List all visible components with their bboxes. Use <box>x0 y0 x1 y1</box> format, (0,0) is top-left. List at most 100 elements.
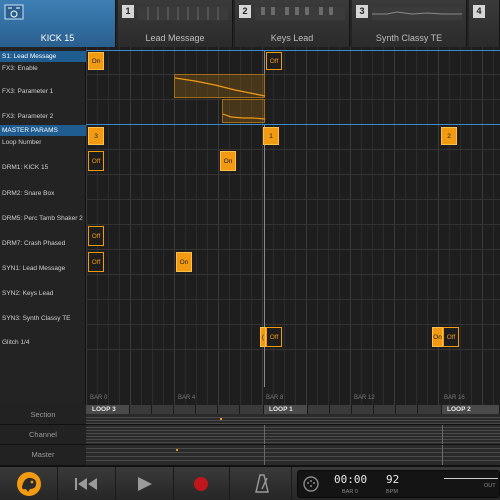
event-partial-on[interactable]: On <box>432 327 443 347</box>
row-fx3-enable[interactable]: FX3: Enable <box>0 63 86 74</box>
grid-line <box>328 47 329 405</box>
loop-segment[interactable] <box>240 405 264 414</box>
loop-segment[interactable] <box>396 405 418 414</box>
tab-track-4[interactable]: 4 <box>469 0 500 47</box>
row-fx3-parameter-1[interactable]: FX3: Parameter 1 <box>0 86 86 97</box>
app-logo-button[interactable] <box>0 467 58 500</box>
tab-lead-message[interactable]: 1 Lead Message <box>118 0 233 47</box>
event-loop-1[interactable]: 1 <box>263 127 279 145</box>
grid-line <box>350 47 351 405</box>
row-master-params[interactable]: MASTER PARAMS <box>0 125 86 136</box>
arrangement-lanes: Section Channel Master LOOP 3 LOOP 1 LOO… <box>0 405 500 466</box>
channel-lane[interactable] <box>86 425 500 445</box>
record-button[interactable] <box>174 467 230 500</box>
grid-line <box>394 47 395 405</box>
lane-label-section: Section <box>0 405 86 425</box>
row-loop-number[interactable]: Loop Number <box>0 137 86 148</box>
tab-number: 4 <box>473 5 485 18</box>
row-syn2-keys-lead[interactable]: SYN2: Keys Lead <box>0 288 86 299</box>
lane-stripe <box>86 456 500 457</box>
loop-segment[interactable] <box>418 405 442 414</box>
row-drm2-snare-box[interactable]: DRM2: Snare Box <box>0 188 86 199</box>
keyboard-icon <box>138 7 228 20</box>
loop-segment[interactable] <box>196 405 218 414</box>
bar-marker: BAR 8 <box>266 395 284 401</box>
event-off[interactable]: Off <box>88 151 104 171</box>
loop-segment[interactable] <box>174 405 196 414</box>
tempo-readout[interactable]: 92 <box>386 473 399 486</box>
row-s1-lead-message[interactable]: S1: Lead Message <box>0 51 86 62</box>
bar-marker: BAR 12 <box>354 395 375 401</box>
loop-segment[interactable] <box>218 405 240 414</box>
grid-line <box>405 47 406 405</box>
loop-segment[interactable] <box>330 405 352 414</box>
row-syn1-lead-message[interactable]: SYN1: Lead Message <box>0 263 86 274</box>
fx3-parameter-1-automation[interactable] <box>174 74 266 98</box>
grid-line <box>361 47 362 405</box>
grid-line <box>438 47 439 405</box>
event-on[interactable]: On <box>176 252 192 272</box>
row-glitch[interactable]: Glitch 1/4 <box>0 337 86 348</box>
rewind-button[interactable] <box>58 467 116 500</box>
section-divider <box>86 124 500 125</box>
loop-segment[interactable] <box>352 405 374 414</box>
parameter-list: S1: Lead Message FX3: Enable FX3: Parame… <box>0 47 86 405</box>
event-on[interactable]: On <box>220 151 236 171</box>
app-logo-icon <box>17 472 41 496</box>
tab-label: Keys Lead <box>270 33 314 43</box>
loop-segment[interactable] <box>374 405 396 414</box>
row-fx3-parameter-2[interactable]: FX3: Parameter 2 <box>0 111 86 122</box>
row-drm1-kick-15[interactable]: DRM1: KICK 15 <box>0 162 86 173</box>
grid-line <box>218 47 219 405</box>
row-divider <box>86 99 500 100</box>
grid-line <box>383 47 384 405</box>
loop-segment[interactable] <box>308 405 330 414</box>
playhead-line <box>442 445 443 465</box>
row-divider <box>86 74 500 75</box>
event-loop-3[interactable]: 3 <box>88 127 104 145</box>
fx3-parameter-2-automation[interactable] <box>222 99 266 123</box>
loop-segment[interactable] <box>152 405 174 414</box>
row-syn3-synth-classy-te[interactable]: SYN3: Synth Classy TE <box>0 313 86 324</box>
section-lane[interactable]: LOOP 3 LOOP 1 LOOP 2 <box>86 405 500 425</box>
grid-line <box>427 47 428 405</box>
row-drm5-perc-tamb-shaker-2[interactable]: DRM5: Perc Tamb Shaker 2 <box>0 213 86 224</box>
loop-segment[interactable] <box>130 405 152 414</box>
record-icon <box>194 477 208 491</box>
tab-label: Lead Message <box>145 33 205 43</box>
event-off[interactable]: Off <box>88 226 104 246</box>
row-divider <box>86 149 500 150</box>
metronome-button[interactable] <box>230 467 292 500</box>
row-drm7-crash-phased[interactable]: DRM7: Crash Phased <box>0 238 86 249</box>
tab-synth-classy-te[interactable]: 3 Synth Classy TE <box>352 0 467 47</box>
tab-keys-lead[interactable]: 2 Keys Lead <box>235 0 350 47</box>
play-button[interactable] <box>116 467 174 500</box>
grid-line <box>163 47 164 405</box>
grid-line <box>306 47 307 405</box>
midi-icon[interactable] <box>302 475 320 493</box>
time-readout: 00:00 <box>334 473 368 486</box>
output-level-meter <box>444 478 498 479</box>
event-off[interactable]: Off <box>266 327 282 347</box>
event-loop-2[interactable]: 2 <box>441 127 457 145</box>
rewind-icon <box>75 478 97 490</box>
row-divider <box>86 274 500 275</box>
loop-label: LOOP 1 <box>269 406 293 413</box>
event-off[interactable]: Off <box>443 327 459 347</box>
lane-stripe <box>86 417 500 418</box>
lane-stripe <box>86 439 500 440</box>
track-tabs: KICK 15 1 Lead Message 2 Keys Lead 3 Syn… <box>0 0 500 47</box>
row-divider <box>86 224 500 225</box>
tab-kick-15[interactable]: KICK 15 <box>0 0 116 47</box>
event-off[interactable]: Off <box>266 52 282 70</box>
grid-line <box>152 47 153 405</box>
lane-stripe <box>86 430 500 431</box>
output-label: OUT <box>484 483 496 489</box>
automation-grid[interactable]: On Off 3 1 2 Off On Off Off On ( Off On … <box>86 47 500 405</box>
master-lane[interactable] <box>86 445 500 466</box>
grid-line <box>185 47 186 405</box>
grid-line <box>471 47 472 405</box>
section-divider <box>86 50 500 51</box>
event-on[interactable]: On <box>88 52 104 70</box>
event-off[interactable]: Off <box>88 252 104 272</box>
